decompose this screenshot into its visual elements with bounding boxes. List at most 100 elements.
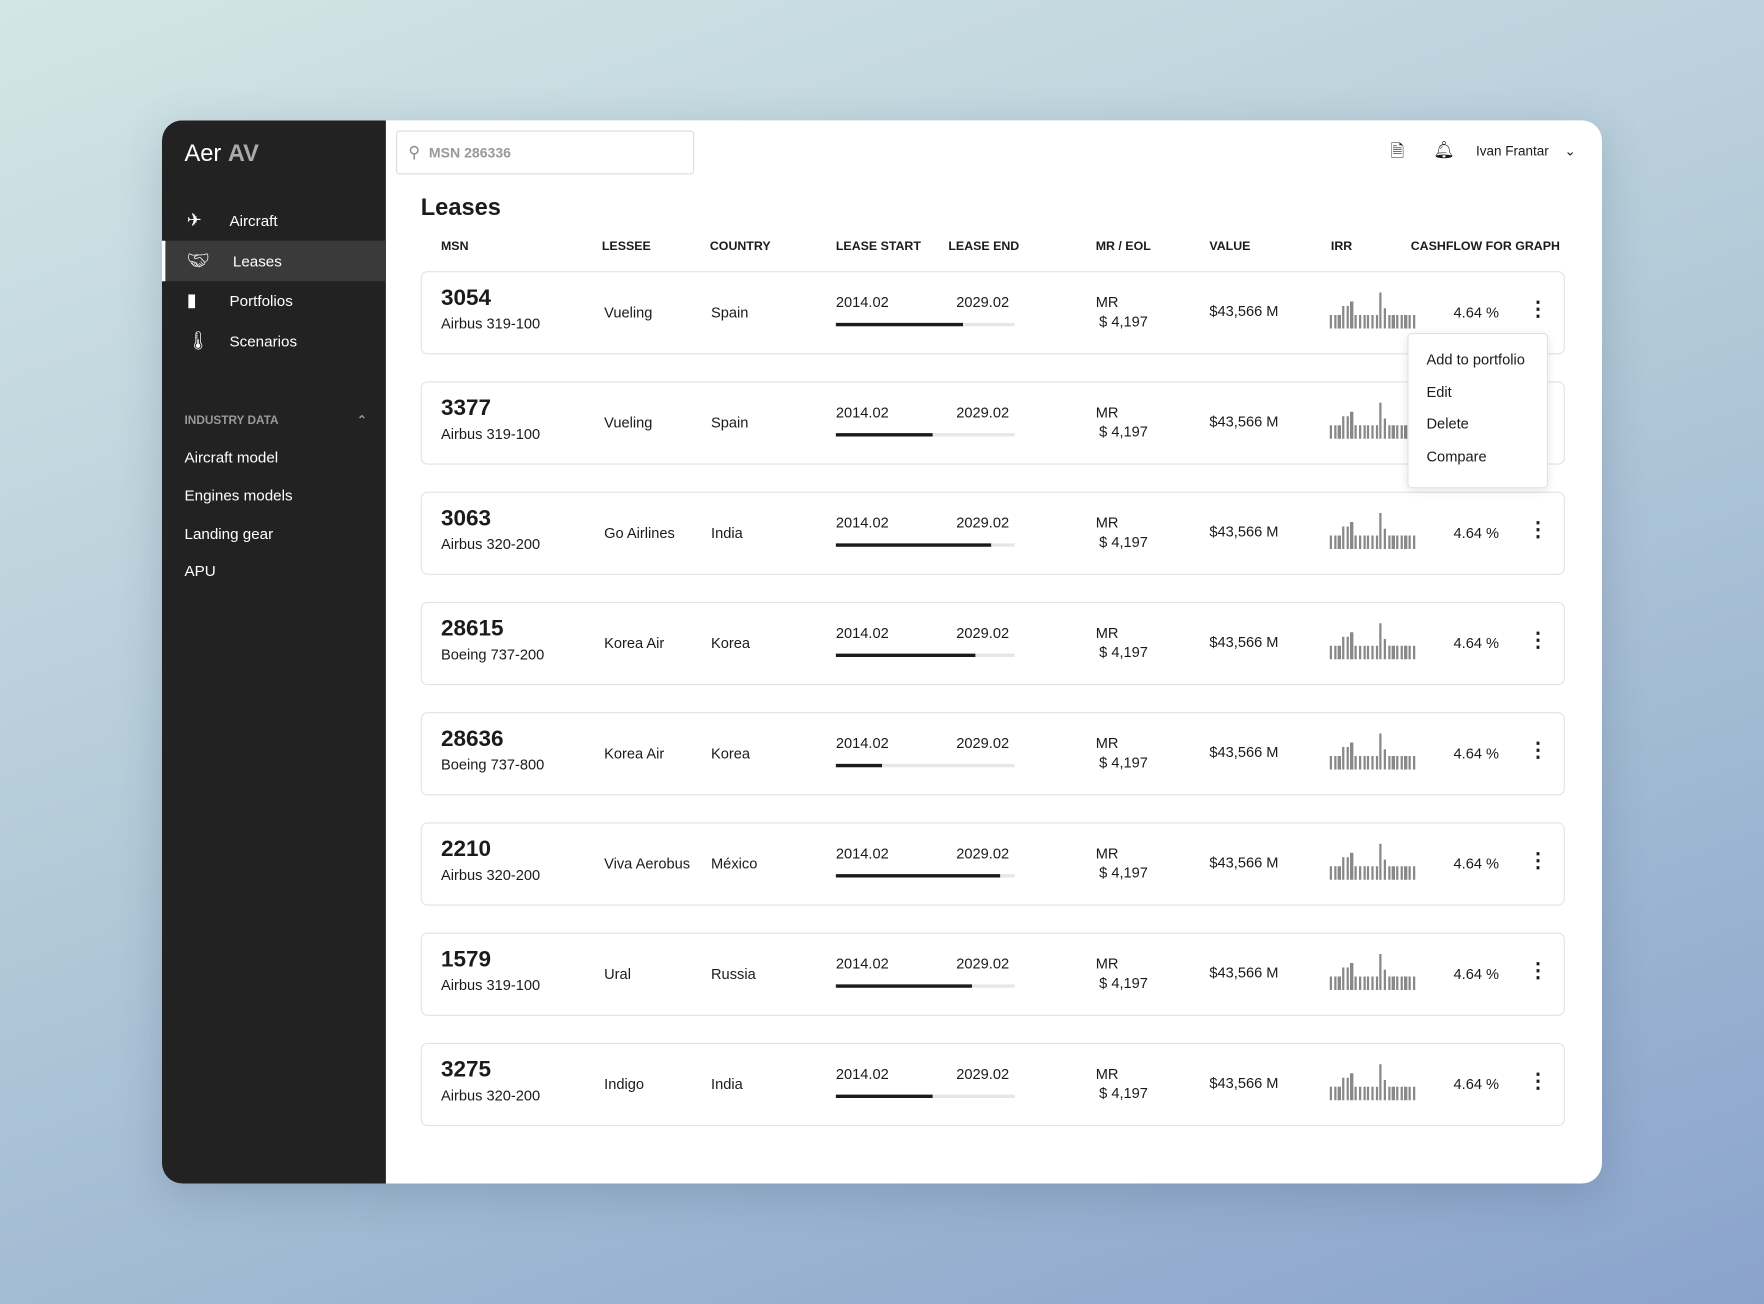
lease-row[interactable]: 2210 Airbus 320-200 Viva Aerobus México … bbox=[420, 822, 1565, 906]
more-options-icon[interactable]: ⋮ bbox=[1528, 740, 1548, 760]
cashflow-bar bbox=[1391, 535, 1395, 549]
cashflow-bar bbox=[1333, 866, 1337, 880]
sidebar-item-scenarios[interactable]: 🌡︎ Scenarios bbox=[162, 321, 386, 362]
cashflow-bar bbox=[1391, 756, 1395, 770]
cashflow-bar bbox=[1396, 425, 1399, 439]
sidebar: Aer AV ✈ Aircraft 🤝︎ Leases ▮ Portfolios 🌡︎… bbox=[162, 120, 386, 1184]
cashflow-graph bbox=[1329, 623, 1416, 660]
cashflow-bar bbox=[1354, 315, 1358, 329]
menu-item-add-to-portfolio[interactable]: Add to portfolio bbox=[1409, 351, 1547, 383]
sidebar-link-apu[interactable]: APU bbox=[185, 563, 216, 580]
cashflow-bar bbox=[1342, 416, 1345, 439]
lessee: Vueling bbox=[604, 414, 653, 431]
more-options-icon[interactable]: ⋮ bbox=[1528, 1071, 1548, 1091]
lease-row[interactable]: 28615 Boeing 737-200 Korea Air Korea 201… bbox=[420, 601, 1565, 686]
column-header[interactable]: LEASE END bbox=[948, 240, 1019, 254]
document-icon[interactable]: 🗎 bbox=[1391, 140, 1405, 168]
cashflow-bar bbox=[1346, 747, 1349, 770]
country: India bbox=[711, 1075, 743, 1093]
cashflow-bar bbox=[1412, 1086, 1416, 1101]
value: $43,566 M bbox=[1209, 523, 1279, 540]
sidebar-item-leases[interactable]: 🤝︎ Leases bbox=[162, 240, 386, 282]
cashflow-bar bbox=[1350, 963, 1353, 990]
sidebar-item-aircraft[interactable]: ✈ Aircraft bbox=[162, 200, 386, 241]
cashflow-bar bbox=[1408, 535, 1412, 549]
cashflow-bar bbox=[1333, 976, 1337, 990]
cashflow-bar bbox=[1371, 645, 1374, 660]
cashflow-bar bbox=[1342, 636, 1345, 660]
cashflow-bar bbox=[1346, 416, 1349, 439]
cashflow-bar bbox=[1350, 852, 1353, 880]
menu-item-delete[interactable]: Delete bbox=[1409, 415, 1547, 447]
cashflow-graph bbox=[1329, 733, 1416, 770]
msn: 28636 bbox=[441, 726, 504, 752]
sidebar-item-portfolios[interactable]: ▮ Portfolios bbox=[162, 280, 386, 321]
sidebar-link-aircraft-model[interactable]: Aircraft model bbox=[185, 449, 279, 466]
cashflow-bar bbox=[1338, 1086, 1341, 1101]
cashflow-bar bbox=[1404, 315, 1407, 329]
lease-end: 2029.02 bbox=[956, 293, 1010, 311]
lease-row[interactable]: 3377 Airbus 319-100 Vueling Spain 2014.0… bbox=[420, 381, 1565, 465]
mr-label: MR bbox=[1095, 734, 1119, 752]
aircraft-model: Airbus 320-200 bbox=[441, 1086, 541, 1104]
cashflow-bar bbox=[1396, 535, 1399, 549]
column-header[interactable]: MSN bbox=[441, 240, 469, 254]
cashflow-bar bbox=[1350, 632, 1353, 660]
column-header[interactable]: CASHFLOW FOR GRAPH bbox=[1411, 240, 1560, 254]
more-options-icon[interactable]: ⋮ bbox=[1528, 630, 1548, 650]
irr: 4.64 % bbox=[1453, 1075, 1500, 1093]
industry-data-toggle[interactable]: INDUSTRY DATA ⌃ bbox=[185, 414, 367, 428]
bell-icon[interactable]: 🔔︎ bbox=[1433, 140, 1454, 160]
search-box[interactable]: ⚲ bbox=[396, 130, 695, 175]
cashflow-bar bbox=[1408, 1086, 1412, 1101]
column-header[interactable]: COUNTRY bbox=[710, 240, 771, 254]
lease-row[interactable]: 3063 Airbus 320-200 Go Airlines India 20… bbox=[420, 491, 1565, 575]
menu-item-compare[interactable]: Compare bbox=[1409, 447, 1547, 479]
more-options-icon[interactable]: ⋮ bbox=[1528, 299, 1548, 319]
lessee: Indigo bbox=[604, 1075, 644, 1093]
lease-row[interactable]: 28636 Boeing 737-800 Korea Air Korea 201… bbox=[420, 712, 1565, 796]
more-options-icon[interactable]: ⋮ bbox=[1528, 961, 1548, 981]
search-input[interactable] bbox=[428, 144, 654, 161]
cashflow-bar bbox=[1383, 308, 1387, 329]
cashflow-bar bbox=[1375, 315, 1378, 329]
sidebar-link-engines-models[interactable]: Engines models bbox=[185, 487, 293, 504]
menu-item-edit[interactable]: Edit bbox=[1409, 383, 1547, 415]
lease-progress bbox=[835, 874, 1015, 878]
column-header[interactable]: LESSEE bbox=[602, 240, 651, 254]
column-header[interactable]: MR / EOL bbox=[1096, 240, 1151, 254]
more-options-icon[interactable]: ⋮ bbox=[1528, 851, 1548, 871]
country: Korea bbox=[711, 744, 751, 762]
cashflow-bar bbox=[1329, 425, 1333, 439]
cashflow-bar bbox=[1412, 645, 1416, 660]
cashflow-bar bbox=[1354, 976, 1358, 990]
cashflow-bar bbox=[1358, 645, 1362, 660]
cashflow-bar bbox=[1412, 315, 1416, 329]
column-header[interactable]: IRR bbox=[1331, 240, 1352, 254]
lessee: Ural bbox=[604, 965, 631, 983]
cashflow-bar bbox=[1412, 535, 1416, 549]
mr-label: MR bbox=[1095, 403, 1119, 421]
cashflow-bar bbox=[1408, 866, 1412, 880]
lessee: Viva Aerobus bbox=[604, 855, 691, 872]
mr-value: $ 4,197 bbox=[1099, 864, 1148, 881]
user-menu[interactable]: Ivan Frantar ⌄ bbox=[1476, 143, 1576, 159]
more-options-icon[interactable]: ⋮ bbox=[1528, 520, 1548, 540]
cashflow-bar bbox=[1379, 954, 1382, 990]
user-name: Ivan Frantar bbox=[1476, 142, 1549, 159]
cashflow-bar bbox=[1391, 866, 1395, 880]
column-header[interactable]: LEASE START bbox=[836, 240, 921, 254]
lease-row[interactable]: 3054 Airbus 319-100 Vueling Spain 2014.0… bbox=[420, 271, 1565, 355]
column-header[interactable]: VALUE bbox=[1209, 240, 1250, 254]
value: $43,566 M bbox=[1209, 302, 1279, 320]
cashflow-bar bbox=[1383, 969, 1387, 990]
cashflow-bar bbox=[1383, 1080, 1387, 1101]
country: Russia bbox=[711, 965, 756, 983]
lease-row[interactable]: 1579 Airbus 319-100 Ural Russia 2014.02 … bbox=[420, 932, 1565, 1016]
sidebar-link-landing-gear[interactable]: Landing gear bbox=[185, 525, 274, 542]
cashflow-bar bbox=[1358, 756, 1362, 770]
cashflow-bar bbox=[1350, 742, 1353, 770]
lease-row[interactable]: 3275 Airbus 320-200 Indigo India 2014.02… bbox=[420, 1042, 1565, 1127]
cashflow-bar bbox=[1400, 315, 1403, 329]
msn: 28615 bbox=[441, 616, 504, 642]
